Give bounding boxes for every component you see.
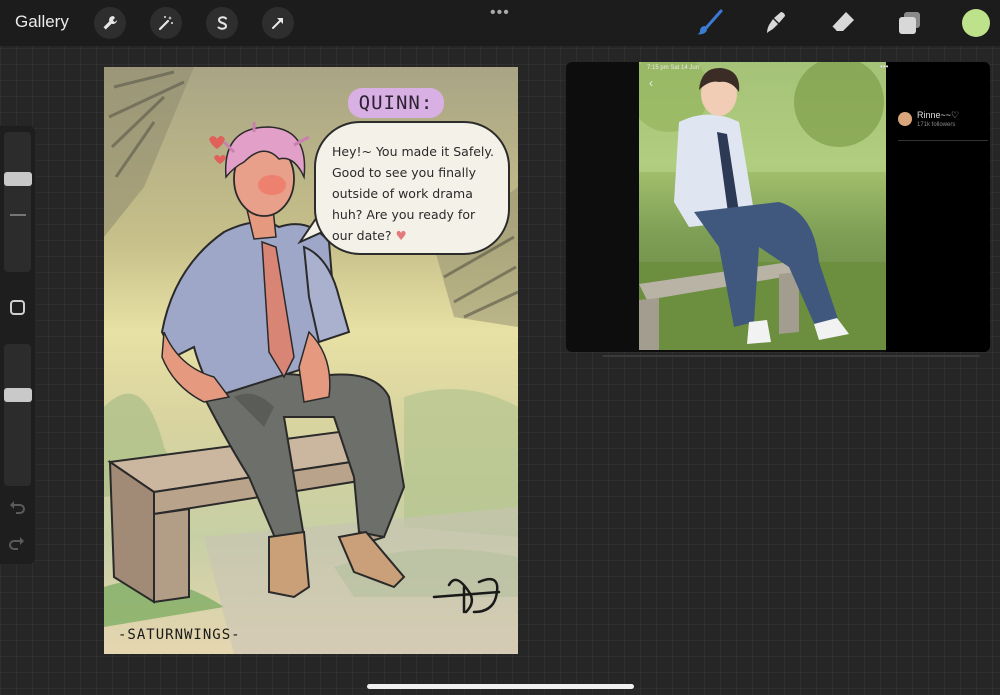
opacity-slider[interactable] bbox=[4, 344, 31, 486]
reference-window[interactable]: 7:15 pm Sat 14 Jun ‹ ••• Rinne~~♡ 171k f… bbox=[566, 62, 990, 352]
heart-icon: ♥ bbox=[395, 228, 407, 243]
side-toolbar bbox=[0, 126, 35, 564]
profile-followers: 171k followers bbox=[917, 122, 956, 128]
undo-icon[interactable] bbox=[8, 498, 26, 521]
reference-sidebar: ••• Rinne~~♡ 171k followers bbox=[880, 62, 990, 352]
speech-line: Good to see you finally bbox=[332, 165, 477, 180]
smudge-icon[interactable] bbox=[761, 8, 791, 38]
speech-bubble: Hey!~ You made it Safely. Good to see yo… bbox=[314, 121, 510, 255]
character-name-tag: QUINN: bbox=[348, 88, 444, 118]
back-chevron-icon[interactable]: ‹ bbox=[649, 76, 653, 90]
brush-size-thumb[interactable] bbox=[4, 172, 32, 186]
top-toolbar: Gallery ••• bbox=[0, 0, 1000, 46]
reference-status-bar: 7:15 pm Sat 14 Jun bbox=[647, 65, 700, 71]
opacity-thumb[interactable] bbox=[4, 388, 32, 402]
speech-line: our date? ♥ bbox=[332, 228, 407, 243]
eraser-icon[interactable] bbox=[828, 8, 858, 38]
magic-wand-icon[interactable] bbox=[150, 7, 182, 39]
transform-arrow-icon[interactable] bbox=[262, 7, 294, 39]
avatar[interactable] bbox=[898, 112, 912, 126]
gallery-button[interactable]: Gallery bbox=[15, 12, 69, 32]
reference-resize-handle[interactable] bbox=[602, 355, 980, 357]
slider-marker bbox=[10, 214, 26, 216]
home-indicator[interactable] bbox=[367, 684, 634, 689]
more-options-icon[interactable]: ••• bbox=[490, 4, 510, 22]
speech-line: huh? Are you ready for bbox=[332, 207, 476, 222]
profile-username[interactable]: Rinne~~♡ bbox=[917, 110, 959, 121]
color-picker-swatch[interactable] bbox=[962, 9, 990, 37]
wrench-icon[interactable] bbox=[94, 7, 126, 39]
reference-photo: 7:15 pm Sat 14 Jun ‹ bbox=[639, 62, 886, 350]
speech-line: Hey!~ You made it Safely. bbox=[332, 144, 494, 159]
divider bbox=[898, 140, 988, 141]
reference-menu-icon[interactable]: ••• bbox=[880, 62, 888, 71]
modify-square-button[interactable] bbox=[10, 300, 25, 315]
selection-s-icon[interactable] bbox=[206, 7, 238, 39]
brush-size-slider[interactable] bbox=[4, 132, 31, 272]
drawing-canvas[interactable]: QUINN: Hey!~ You made it Safely. Good to… bbox=[104, 67, 518, 654]
speech-line: outside of work drama bbox=[332, 186, 473, 201]
artist-signature: -SATURNWINGS- bbox=[118, 627, 241, 643]
redo-icon[interactable] bbox=[8, 534, 26, 557]
brush-icon[interactable] bbox=[694, 8, 724, 38]
layers-icon[interactable] bbox=[895, 8, 925, 38]
